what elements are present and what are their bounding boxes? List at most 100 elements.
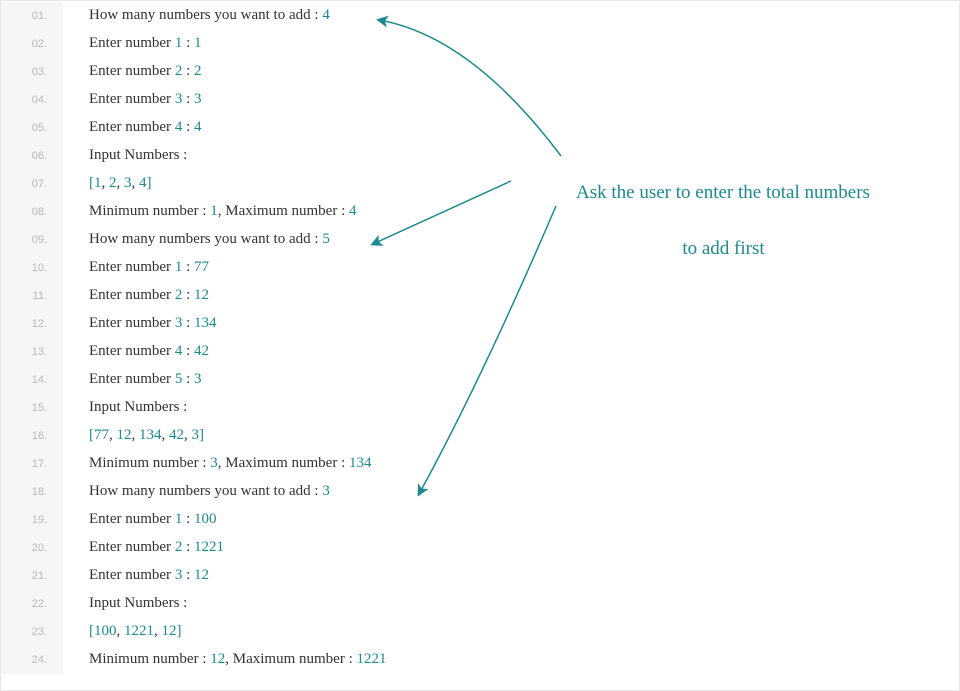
code-line: 13.Enter number 4 : 42 xyxy=(1,337,959,365)
code-text: [100, 1221, 12] xyxy=(63,617,182,645)
number-token: 12 xyxy=(194,287,209,303)
code-text: Enter number 1 : 1 xyxy=(63,29,201,57)
number-token: 3 xyxy=(210,455,218,471)
code-annotated-figure: 01.How many numbers you want to add : 40… xyxy=(0,0,960,691)
text-token: How many numbers you want to add : xyxy=(89,7,322,23)
text-token: Enter number xyxy=(89,91,175,107)
line-number: 07. xyxy=(1,170,63,198)
line-number: 06. xyxy=(1,142,63,170)
number-token: 1221 xyxy=(357,651,387,667)
code-line: 16.[77, 12, 134, 42, 3] xyxy=(1,421,959,449)
text-token: : xyxy=(182,63,194,79)
text-token: How many numbers you want to add : xyxy=(89,231,322,247)
text-token: Enter number xyxy=(89,287,175,303)
code-line: 04.Enter number 3 : 3 xyxy=(1,85,959,113)
text-token: , xyxy=(109,427,117,443)
text-token: , xyxy=(132,175,140,191)
text-token: , xyxy=(132,427,140,443)
code-text: Minimum number : 1, Maximum number : 4 xyxy=(63,197,357,225)
code-text: How many numbers you want to add : 3 xyxy=(63,477,330,505)
text-token: , xyxy=(184,427,192,443)
line-number: 14. xyxy=(1,366,63,394)
code-text: Enter number 3 : 134 xyxy=(63,309,216,337)
text-token: , Maximum number : xyxy=(218,203,349,219)
text-token: , xyxy=(162,427,170,443)
line-number: 20. xyxy=(1,534,63,562)
line-number: 02. xyxy=(1,30,63,58)
text-token: Enter number xyxy=(89,371,175,387)
line-number: 09. xyxy=(1,226,63,254)
number-token: 134 xyxy=(194,315,217,331)
number-token: 42 xyxy=(194,343,209,359)
line-number: 03. xyxy=(1,58,63,86)
text-token: Input Numbers : xyxy=(89,399,191,415)
line-number: 11. xyxy=(1,282,63,310)
line-number: 15. xyxy=(1,394,63,422)
number-token: 12 xyxy=(194,567,209,583)
number-token: 1 xyxy=(210,203,218,219)
number-token: 4 xyxy=(139,175,147,191)
code-text: Enter number 4 : 4 xyxy=(63,113,201,141)
number-token: 1221 xyxy=(194,539,224,555)
text-token: Enter number xyxy=(89,63,175,79)
number-token: ] xyxy=(199,427,204,443)
code-text: Enter number 3 : 12 xyxy=(63,561,209,589)
text-token: : xyxy=(182,539,194,555)
number-token: 100 xyxy=(194,511,217,527)
code-line: 21.Enter number 3 : 12 xyxy=(1,561,959,589)
line-number: 18. xyxy=(1,478,63,506)
code-line: 03.Enter number 2 : 2 xyxy=(1,57,959,85)
code-text: Enter number 2 : 2 xyxy=(63,57,201,85)
number-token: 4 xyxy=(322,7,330,23)
number-token: 100 xyxy=(94,623,117,639)
line-number: 23. xyxy=(1,618,63,646)
text-token: : xyxy=(182,343,194,359)
number-token: 1 xyxy=(94,175,102,191)
line-number: 19. xyxy=(1,506,63,534)
code-line: 24.Minimum number : 12, Maximum number :… xyxy=(1,645,959,673)
number-token: 42 xyxy=(169,427,184,443)
number-token: 12 xyxy=(162,623,177,639)
number-token: 3 xyxy=(194,91,202,107)
line-number: 13. xyxy=(1,338,63,366)
code-line: 06.Input Numbers : xyxy=(1,141,959,169)
number-token: ] xyxy=(177,623,182,639)
code-text: Input Numbers : xyxy=(63,589,191,617)
text-token: Enter number xyxy=(89,343,175,359)
line-number: 17. xyxy=(1,450,63,478)
text-token: Enter number xyxy=(89,511,175,527)
number-token: 3 xyxy=(124,175,132,191)
code-text: Minimum number : 3, Maximum number : 134 xyxy=(63,449,372,477)
code-text: Enter number 1 : 77 xyxy=(63,253,209,281)
code-line: 19.Enter number 1 : 100 xyxy=(1,505,959,533)
code-line: 02.Enter number 1 : 1 xyxy=(1,29,959,57)
code-text: Enter number 2 : 1221 xyxy=(63,533,224,561)
code-line: 22.Input Numbers : xyxy=(1,589,959,617)
code-line: 10.Enter number 1 : 77 xyxy=(1,253,959,281)
code-text: Input Numbers : xyxy=(63,141,191,169)
text-token: , xyxy=(117,623,125,639)
text-token: : xyxy=(182,511,194,527)
code-line: 15. Input Numbers : xyxy=(1,393,959,421)
code-text: Enter number 2 : 12 xyxy=(63,281,209,309)
text-token: , xyxy=(154,623,162,639)
code-text: Minimum number : 12, Maximum number : 12… xyxy=(63,645,387,673)
text-token: : xyxy=(182,119,194,135)
code-line: 11.Enter number 2 : 12 xyxy=(1,281,959,309)
text-token: Minimum number : xyxy=(89,455,210,471)
number-token: 2 xyxy=(109,175,117,191)
code-line: 12.Enter number 3 : 134 xyxy=(1,309,959,337)
number-token: 134 xyxy=(349,455,372,471)
text-token: , xyxy=(117,175,125,191)
text-token: Enter number xyxy=(89,315,175,331)
code-line: 08.Minimum number : 1, Maximum number : … xyxy=(1,197,959,225)
text-token: Minimum number : xyxy=(89,203,210,219)
number-token: 4 xyxy=(194,119,202,135)
text-token: : xyxy=(182,567,194,583)
line-number: 21. xyxy=(1,562,63,590)
text-token: : xyxy=(182,315,194,331)
number-token: ] xyxy=(147,175,152,191)
code-line: 05.Enter number 4 : 4 xyxy=(1,113,959,141)
code-text: Enter number 3 : 3 xyxy=(63,85,201,113)
text-token: : xyxy=(182,35,194,51)
